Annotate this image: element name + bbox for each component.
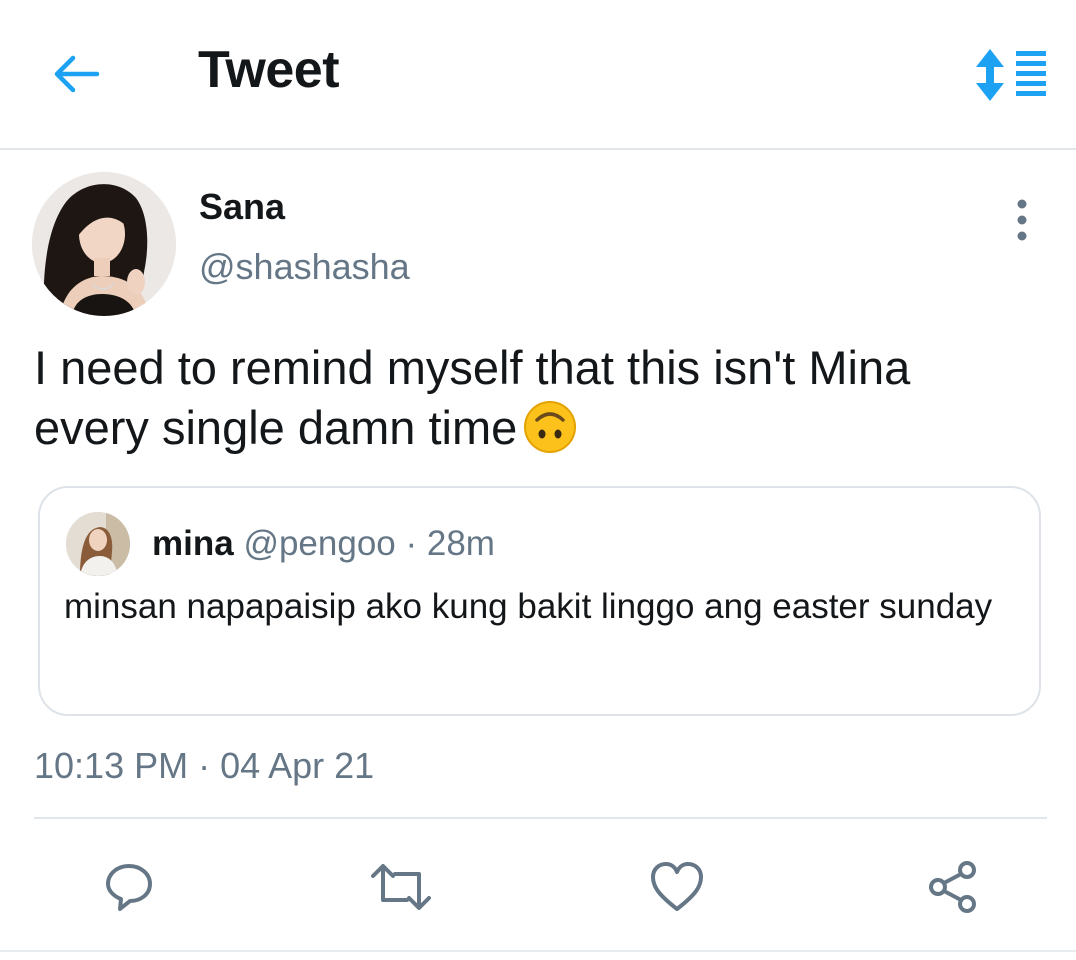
quoted-profile-photo <box>66 512 130 576</box>
share-icon <box>929 861 976 913</box>
retweet-button[interactable] <box>366 852 436 922</box>
author-handle[interactable]: @shashasha <box>199 246 410 288</box>
sort-options-button[interactable] <box>974 42 1050 108</box>
tweet-timestamp: 10:13 PM · 04 Apr 21 <box>34 745 375 786</box>
tweet-body: I need to remind myself that this isn't … <box>34 338 1034 458</box>
divider <box>34 817 1047 819</box>
more-vertical-icon <box>1017 199 1027 241</box>
page-title: Tweet <box>198 41 340 99</box>
upside-down-face-emoji-icon <box>524 401 577 453</box>
reply-icon <box>106 864 152 911</box>
quoted-author-name: mina <box>152 524 234 563</box>
like-button[interactable] <box>642 852 712 922</box>
quoted-tweet-header: mina @pengoo · 28m <box>152 524 495 564</box>
bottom-divider <box>0 950 1076 952</box>
tweet-text: I need to remind myself that this isn't … <box>34 341 911 454</box>
author-avatar[interactable] <box>32 172 176 316</box>
author-name[interactable]: Sana <box>199 186 285 228</box>
reply-button[interactable] <box>94 852 164 922</box>
back-arrow-icon <box>54 55 100 93</box>
like-icon <box>651 862 703 911</box>
quoted-author-avatar <box>66 512 130 576</box>
profile-photo <box>32 172 176 316</box>
quoted-tweet-text: minsan napapaisip ako kung bakit linggo … <box>64 587 993 626</box>
back-button[interactable] <box>44 46 108 102</box>
quoted-tweet-time: · 28m <box>405 524 495 563</box>
top-app-bar: Tweet <box>0 0 1076 150</box>
share-button[interactable] <box>918 852 988 922</box>
more-options-button[interactable] <box>998 194 1046 246</box>
sort-options-icon <box>976 49 1046 101</box>
quoted-author-handle: @pengoo <box>243 524 396 563</box>
retweet-icon <box>371 864 431 910</box>
quoted-tweet-card[interactable]: mina @pengoo · 28m minsan napapaisip ako… <box>38 486 1041 716</box>
